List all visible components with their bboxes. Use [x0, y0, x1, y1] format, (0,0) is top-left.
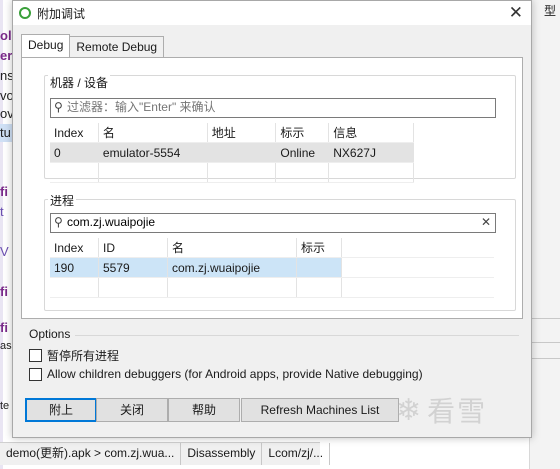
snowflake-icon: ❄	[396, 393, 422, 427]
search-icon: ⚲	[54, 215, 63, 229]
table-header-row: Index 名 地址 标示 信息	[50, 123, 414, 143]
background-right-title: 型	[543, 4, 556, 18]
search-icon: ⚲	[54, 100, 63, 114]
background-text: t	[0, 204, 4, 219]
cell-name: emulator-5554	[98, 142, 208, 163]
close-button[interactable]: 关闭	[96, 398, 168, 422]
column-header-name[interactable]: 名	[98, 123, 208, 143]
debug-tab-panel: 机器 / 设备 ⚲ Index 名 地址 标示 信息 0 emulator-55…	[21, 57, 523, 319]
cell-mark	[296, 257, 342, 278]
background-text: fi	[0, 320, 8, 335]
tab-debug[interactable]: Debug	[21, 34, 71, 57]
column-header-mark[interactable]: 标示	[275, 123, 330, 143]
divider	[530, 342, 560, 343]
process-group-label: 进程	[48, 192, 77, 209]
title-bar[interactable]: 附加调试 ✕	[13, 1, 531, 25]
column-header-address[interactable]: 地址	[207, 123, 277, 143]
help-button[interactable]: 帮助	[168, 398, 240, 422]
cell-info: NX627J	[328, 142, 414, 163]
divider	[530, 358, 560, 359]
tab-remote-debug[interactable]: Remote Debug	[69, 36, 165, 57]
background-text: fi	[0, 184, 8, 199]
watermark-text: 看雪	[427, 396, 488, 427]
machines-filter-input[interactable]	[67, 100, 467, 114]
status-item[interactable]: Disassembly	[181, 443, 263, 465]
status-item[interactable]: demo(更新).apk > com.zj.wua...	[0, 443, 182, 465]
cell-name: com.zj.wuaipojie	[167, 257, 297, 278]
pause-all-checkbox[interactable]	[29, 349, 42, 362]
background-text: er	[0, 48, 13, 63]
machines-table: Index 名 地址 标示 信息 0 emulator-5554 Online …	[50, 123, 414, 183]
app-icon	[19, 7, 31, 19]
table-row[interactable]: 0 emulator-5554 Online NX627J	[50, 142, 414, 163]
dialog-title: 附加调试	[37, 6, 86, 21]
machines-group-label: 机器 / 设备	[48, 74, 111, 91]
cell-mark: Online	[275, 142, 330, 163]
column-header-name[interactable]: 名	[167, 238, 297, 258]
divider	[75, 335, 519, 336]
attach-button[interactable]: 附上	[25, 398, 97, 422]
pause-all-label: 暂停所有进程	[47, 349, 120, 363]
table-row-empty	[50, 162, 414, 183]
refresh-machines-button[interactable]: Refresh Machines List	[241, 398, 399, 422]
background-text: as	[0, 340, 12, 352]
background-text: te	[0, 400, 10, 412]
close-icon[interactable]: ✕	[509, 3, 523, 23]
column-header-mark[interactable]: 标示	[296, 238, 342, 258]
column-header-info[interactable]: 信息	[328, 123, 414, 143]
allow-children-label: Allow children debuggers (for Android ap…	[47, 367, 423, 381]
cell-index: 0	[50, 142, 99, 163]
background-right-panel: 型	[529, 0, 560, 469]
allow-children-checkbox[interactable]	[29, 367, 42, 381]
table-row-empty	[50, 277, 494, 298]
pause-all-option[interactable]: 暂停所有进程	[29, 347, 119, 364]
background-text: V	[0, 244, 9, 259]
process-filter-input[interactable]	[67, 215, 467, 229]
cell-address	[207, 142, 277, 163]
column-header-index[interactable]: Index	[50, 123, 99, 143]
column-header-index[interactable]: Index	[50, 238, 99, 258]
machines-filter[interactable]: ⚲	[50, 98, 496, 118]
tab-bar: Debug Remote Debug	[21, 34, 165, 57]
clear-icon[interactable]: ✕	[481, 215, 491, 229]
attach-debug-dialog: 附加调试 ✕ Debug Remote Debug 机器 / 设备 ⚲ Inde…	[12, 0, 532, 438]
watermark: ❄ 看雪	[396, 390, 487, 430]
cell-id: 5579	[98, 257, 168, 278]
cell-index: 190	[50, 257, 99, 278]
status-item[interactable]: Lcom/zj/...	[262, 443, 331, 465]
table-header-row: Index ID 名 标示	[50, 238, 494, 258]
column-header-id[interactable]: ID	[98, 238, 168, 258]
background-status-bar: demo(更新).apk > com.zj.wua... Disassembly…	[0, 442, 331, 465]
divider	[530, 318, 560, 319]
background-text: tu	[0, 125, 11, 140]
process-filter[interactable]: ⚲ ✕	[50, 213, 496, 233]
process-table: Index ID 名 标示 190 5579 com.zj.wuaipojie	[50, 238, 494, 298]
table-row[interactable]: 190 5579 com.zj.wuaipojie	[50, 257, 494, 278]
options-label: Options	[29, 327, 71, 341]
background-text: fi	[0, 284, 8, 299]
allow-children-option[interactable]: Allow children debuggers (for Android ap…	[29, 367, 423, 381]
